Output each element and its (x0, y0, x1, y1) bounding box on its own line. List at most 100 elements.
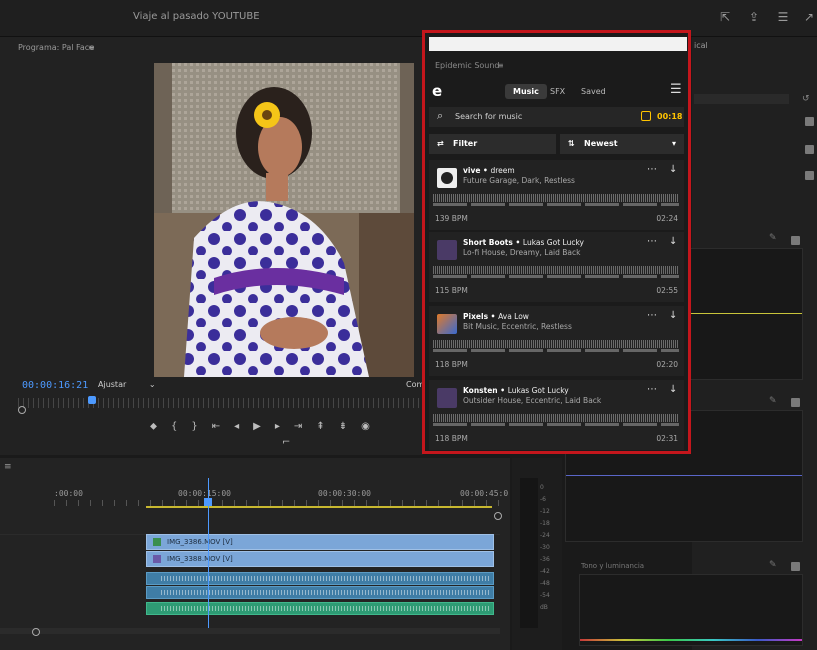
epidemic-panel-title[interactable]: Epidemic Sound (435, 61, 500, 70)
hamburger-menu-icon[interactable]: ☰ (670, 82, 682, 97)
sync-duration-icon[interactable] (641, 111, 651, 121)
video-clip-2[interactable]: IMG_3388.MOV [V] (146, 551, 494, 567)
checkbox-1[interactable] (805, 117, 814, 126)
settings-icon[interactable]: ☰ (776, 10, 790, 24)
timeline-panel: ≡ :00:00 00:00:15:00 00:00:30:00 00:00:4… (0, 458, 510, 650)
program-ruler[interactable] (18, 398, 423, 408)
meter-label: -12 (540, 508, 550, 515)
export-icon[interactable]: ⇱ (718, 10, 732, 24)
chevron-down-icon: ⌄ (148, 380, 156, 389)
timeline-mark-3: 00:00:45:0 (460, 489, 509, 498)
track-thumbnail[interactable] (437, 314, 457, 334)
timeline-mark-2: 00:00:30:00 (318, 489, 371, 498)
track-item[interactable]: vive • dreem Future Garage, Dark, Restle… (429, 160, 684, 230)
track-tags: Lo-fi House, Dreamy, Laid Back (463, 248, 581, 257)
meter-label: -42 (540, 568, 550, 575)
meter-bar (520, 478, 538, 628)
music-search-bar[interactable]: ⌕ Search for music 00:18 (429, 107, 684, 127)
download-icon[interactable]: ↓ (669, 236, 677, 247)
track-waveform[interactable] (433, 412, 679, 430)
track-item[interactable]: Konsten • Lukas Got Lucky Outsider House… (429, 380, 684, 450)
go-to-out-icon[interactable]: ⇥ (294, 421, 302, 432)
go-to-in-icon[interactable]: ⇤ (212, 421, 220, 432)
mark-out-icon[interactable]: } (191, 421, 197, 432)
zoom-handle[interactable] (18, 406, 26, 414)
step-forward-icon[interactable]: ▸ (275, 421, 280, 432)
filter-icon: ⇄ (437, 139, 444, 148)
audio-clip-3[interactable] (146, 602, 494, 615)
track-duration: 02:24 (656, 214, 678, 223)
tab-music[interactable]: Music (505, 84, 547, 99)
download-icon[interactable]: ↓ (669, 310, 677, 321)
checkbox-2[interactable] (805, 145, 814, 154)
preset-field[interactable] (694, 94, 789, 104)
eyedropper-icon-2[interactable]: ✎ (769, 396, 777, 406)
button-editor-icon[interactable]: ⌐ (282, 437, 290, 448)
share-icon[interactable]: ⇪ (747, 10, 761, 24)
track-title[interactable]: vive • dreem (463, 166, 515, 175)
program-timecode[interactable]: 00:00:16:21 (22, 380, 88, 391)
download-icon[interactable]: ↓ (669, 384, 677, 395)
reset-icon[interactable]: ↺ (802, 94, 810, 104)
tab-saved[interactable]: Saved (573, 84, 614, 99)
filter-button[interactable]: ⇄ Filter (429, 134, 556, 154)
timeline-menu-icon[interactable]: ≡ (4, 462, 12, 472)
scope-checkbox-2[interactable] (791, 398, 800, 407)
epidemic-sound-panel: Epidemic Sound ≡ e Music SFX Saved ☰ ⌕ S… (422, 30, 691, 454)
mark-in-icon[interactable]: { (171, 421, 177, 432)
track-duration: 02:55 (656, 286, 678, 295)
more-options-icon[interactable]: ⋯ (647, 384, 657, 395)
more-options-icon[interactable]: ⋯ (647, 236, 657, 247)
track-tags: Bit Music, Eccentric, Restless (463, 322, 572, 331)
expand-icon[interactable]: ↗ (802, 10, 816, 24)
track-item[interactable]: Short Boots • Lukas Got Lucky Lo-fi Hous… (429, 232, 684, 302)
tab-sfx[interactable]: SFX (542, 84, 573, 99)
more-options-icon[interactable]: ⋯ (647, 164, 657, 175)
track-thumbnail[interactable] (437, 168, 457, 188)
track-item[interactable]: Pixels • Ava Low Bit Music, Eccentric, R… (429, 306, 684, 376)
timeline-scrollbar[interactable] (0, 628, 500, 634)
extract-icon[interactable]: ⇟ (339, 421, 347, 432)
timeline-zoom-handle[interactable] (32, 628, 40, 636)
track-waveform[interactable] (433, 192, 679, 210)
sort-dropdown[interactable]: ⇅ Newest ▾ (560, 134, 684, 154)
audio-meter (512, 458, 562, 650)
more-options-icon[interactable]: ⋯ (647, 310, 657, 321)
fit-dropdown[interactable]: Ajustar ⌄ (92, 378, 158, 392)
track-title[interactable]: Short Boots • Lukas Got Lucky (463, 238, 584, 247)
audio-clip-2[interactable] (146, 586, 494, 599)
step-back-icon[interactable]: ◂ (234, 421, 239, 432)
marker-icon[interactable]: ⬥ (150, 421, 157, 432)
video-track-3[interactable] (0, 516, 500, 535)
track-waveform[interactable] (433, 264, 679, 282)
epidemic-logo-icon[interactable]: e (432, 82, 442, 100)
scope-checkbox-1[interactable] (791, 236, 800, 245)
scope-checkbox-3[interactable] (791, 562, 800, 571)
program-monitor-header[interactable]: Programa: Pal Face (18, 43, 94, 52)
search-input[interactable]: Search for music (455, 112, 522, 121)
download-icon[interactable]: ↓ (669, 164, 677, 175)
search-duration[interactable]: 00:18 (657, 112, 682, 121)
panel-menu-icon[interactable]: ≡ (497, 61, 504, 70)
right-panel-tab[interactable]: ical (694, 41, 708, 50)
track-thumbnail[interactable] (437, 240, 457, 260)
video-clip-1[interactable]: IMG_3386.MOV [V] (146, 534, 494, 550)
track-thumbnail[interactable] (437, 388, 457, 408)
track-bpm: 118 BPM (435, 434, 468, 443)
eyedropper-icon[interactable]: ✎ (769, 233, 777, 243)
eyedropper-icon-3[interactable]: ✎ (769, 560, 777, 570)
audio-clip-1[interactable] (146, 572, 494, 585)
caret-down-icon: ▾ (672, 139, 677, 148)
work-area-bar[interactable] (146, 506, 492, 508)
camera-icon[interactable]: ◉ (361, 421, 370, 432)
program-playhead[interactable] (88, 396, 96, 404)
track-title[interactable]: Pixels • Ava Low (463, 312, 529, 321)
panel-address-bar[interactable] (429, 37, 687, 51)
play-icon[interactable]: ▶ (253, 421, 261, 432)
video-clip-1-label: IMG_3386.MOV [V] (167, 538, 233, 546)
menu-icon[interactable]: ≡ (88, 43, 95, 52)
track-waveform[interactable] (433, 338, 679, 356)
lift-icon[interactable]: ⇞ (316, 421, 324, 432)
track-title[interactable]: Konsten • Lukas Got Lucky (463, 386, 569, 395)
sort-label: Newest (584, 139, 618, 148)
